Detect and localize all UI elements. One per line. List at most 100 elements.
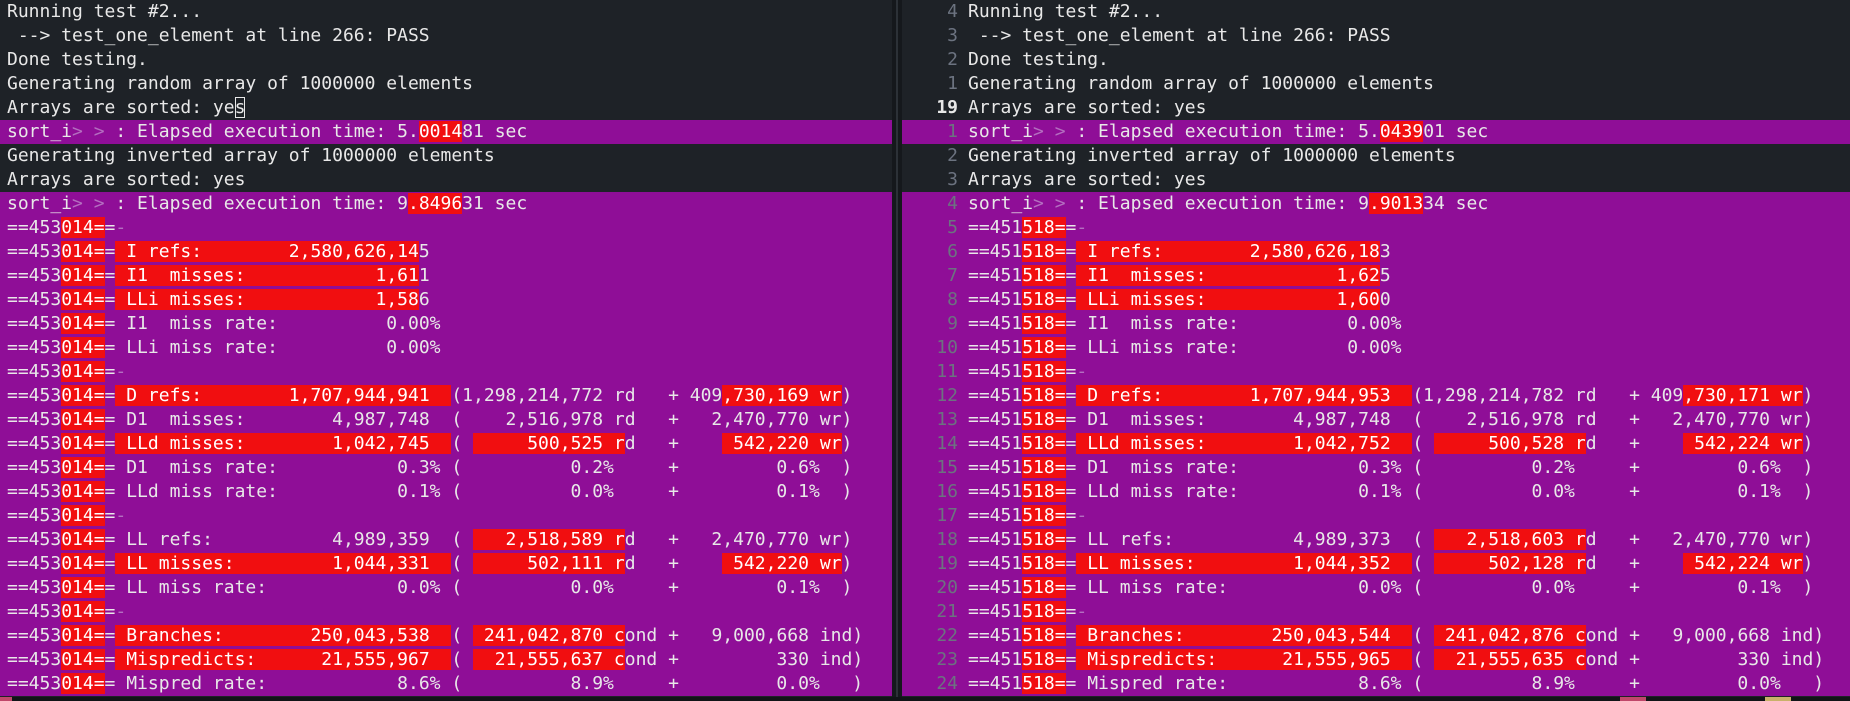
right-line[interactable]: 4 sort_i> > : Elapsed execution time: 9.9… — [902, 192, 1850, 216]
left-line[interactable]: ==453014==- — [0, 504, 892, 528]
right-line[interactable]: 21 ==451518==- — [902, 600, 1850, 624]
left-line[interactable]: ==453014==- — [0, 216, 892, 240]
left-line[interactable]: ==453014== LLd misses: 1,042,745 ( 500,5… — [0, 432, 892, 456]
left-line[interactable]: ==453014== LL miss rate: 0.0% ( 0.0% + 0… — [0, 576, 892, 600]
right-line[interactable]: 4 Running test #2... — [902, 0, 1850, 24]
line-number: 1 — [947, 73, 958, 94]
left-line[interactable]: ==453014== LLi misses: 1,586 — [0, 288, 892, 312]
right-line[interactable]: 17 ==451518==- — [902, 504, 1850, 528]
right-line[interactable]: 13 ==451518== D1 misses: 4,987,748 ( 2,51… — [902, 408, 1850, 432]
line-number: 17 — [936, 505, 958, 526]
line-text: ==453014==- — [7, 505, 127, 526]
line-text: ==453014== LLi miss rate: 0.00% — [7, 337, 441, 358]
left-line[interactable]: ==453014== D1 miss rate: 0.3% ( 0.2% + 0… — [0, 456, 892, 480]
right-diff-pane[interactable]: 4 Running test #2... 3 --> test_one_elemen… — [902, 0, 1850, 697]
left-line[interactable]: ==453014== I1 misses: 1,611 — [0, 264, 892, 288]
right-line[interactable]: 19 ==451518== LL misses: 1,044,352 ( 502,… — [902, 552, 1850, 576]
right-line[interactable]: 10 ==451518== LLi miss rate: 0.00% — [902, 336, 1850, 360]
right-line[interactable]: 1 Generating random array of 1000000 elem… — [902, 72, 1850, 96]
line-text: ==453014== LLd misses: 1,042,745 ( 500,5… — [7, 433, 853, 454]
line-number: 2 — [947, 49, 958, 70]
left-line[interactable]: ==453014== I1 miss rate: 0.00% — [0, 312, 892, 336]
left-line[interactable]: Done testing. — [0, 48, 892, 72]
left-line[interactable]: ==453014== I refs: 2,580,626,145 — [0, 240, 892, 264]
left-line[interactable]: ==453014== Branches: 250,043,538 ( 241,0… — [0, 624, 892, 648]
line-text: sort_i> > : Elapsed execution time: 5.04… — [968, 121, 1489, 142]
line-text: Done testing. — [968, 49, 1109, 70]
right-line[interactable]: 18 ==451518== LL refs: 4,989,373 ( 2,518,… — [902, 528, 1850, 552]
right-line[interactable]: 12 ==451518== D refs: 1,707,944,953 (1,29… — [902, 384, 1850, 408]
line-text: Generating random array of 1000000 eleme… — [968, 73, 1434, 94]
left-line[interactable]: ==453014==- — [0, 600, 892, 624]
left-line[interactable]: ==453014== Mispred rate: 8.6% ( 8.9% + 0… — [0, 672, 892, 696]
right-line[interactable]: 3 Arrays are sorted: yes — [902, 168, 1850, 192]
right-line[interactable]: 9 ==451518== I1 miss rate: 0.00% — [902, 312, 1850, 336]
right-line[interactable]: 8 ==451518== LLi misses: 1,600 — [902, 288, 1850, 312]
line-text: ==453014== LL misses: 1,044,331 ( 502,11… — [7, 553, 853, 574]
line-number: 23 — [936, 649, 958, 670]
left-line[interactable]: ==453014== LLd miss rate: 0.1% ( 0.0% + … — [0, 480, 892, 504]
line-number: 22 — [936, 625, 958, 646]
line-text: ==451518== I1 miss rate: 0.00% — [968, 313, 1402, 334]
right-line[interactable]: 2 Generating inverted array of 1000000 el… — [902, 144, 1850, 168]
left-line[interactable]: ==453014== LL misses: 1,044,331 ( 502,11… — [0, 552, 892, 576]
line-text: ==453014== D1 miss rate: 0.3% ( 0.2% + 0… — [7, 457, 853, 478]
line-text: ==451518== LLi misses: 1,600 — [968, 289, 1391, 310]
text-cursor: s — [234, 97, 246, 118]
right-line[interactable]: 20 ==451518== LL miss rate: 0.0% ( 0.0% +… — [902, 576, 1850, 600]
right-line[interactable]: 22 ==451518== Branches: 250,043,544 ( 241… — [902, 624, 1850, 648]
right-line[interactable]: 16 ==451518== LLd miss rate: 0.1% ( 0.0% … — [902, 480, 1850, 504]
left-line[interactable]: sort_i> > : Elapsed execution time: 9.84… — [0, 192, 892, 216]
right-line[interactable]: 23 ==451518== Mispredicts: 21,555,965 ( 2… — [902, 648, 1850, 672]
line-number: 7 — [947, 265, 958, 286]
right-line[interactable]: 15 ==451518== D1 miss rate: 0.3% ( 0.2% +… — [902, 456, 1850, 480]
line-text: ==453014== I refs: 2,580,626,145 — [7, 241, 430, 262]
line-text: ==451518== LLd miss rate: 0.1% ( 0.0% + … — [968, 481, 1814, 502]
line-text: ==451518== LLi miss rate: 0.00% — [968, 337, 1402, 358]
right-line[interactable]: 3 --> test_one_element at line 266: PASS — [902, 24, 1850, 48]
line-text: Done testing. — [7, 49, 148, 70]
right-line[interactable]: 6 ==451518== I refs: 2,580,626,183 — [902, 240, 1850, 264]
line-text: ==451518== Mispred rate: 8.6% ( 8.9% + 0… — [968, 673, 1825, 694]
left-line[interactable]: Generating inverted array of 1000000 ele… — [0, 144, 892, 168]
line-number: 9 — [947, 313, 958, 334]
line-number: 3 — [947, 25, 958, 46]
bottom-status-strip — [0, 697, 1850, 701]
vertical-split-divider[interactable] — [892, 0, 902, 701]
left-line[interactable]: ==453014== LLi miss rate: 0.00% — [0, 336, 892, 360]
right-line[interactable]: 19 Arrays are sorted: yes — [902, 96, 1850, 120]
left-line[interactable]: ==453014==- — [0, 360, 892, 384]
right-line[interactable]: 5 ==451518==- — [902, 216, 1850, 240]
right-line[interactable]: 2 Done testing. — [902, 48, 1850, 72]
line-text: Arrays are sorted: yes — [968, 97, 1207, 118]
line-number: 6 — [947, 241, 958, 262]
line-number: 19 — [936, 97, 958, 118]
line-text: ==451518== LL refs: 4,989,373 ( 2,518,60… — [968, 529, 1814, 550]
line-text: ==453014== I1 miss rate: 0.00% — [7, 313, 441, 334]
left-line[interactable]: Arrays are sorted: yes — [0, 168, 892, 192]
right-line[interactable]: 24 ==451518== Mispred rate: 8.6% ( 8.9% +… — [902, 672, 1850, 696]
left-line[interactable]: ==453014== D refs: 1,707,944,941 (1,298,… — [0, 384, 892, 408]
right-line[interactable]: 11 ==451518==- — [902, 360, 1850, 384]
left-line[interactable]: --> test_one_element at line 266: PASS — [0, 24, 892, 48]
line-text: ==451518== Mispredicts: 21,555,965 ( 21,… — [968, 649, 1825, 670]
left-line[interactable]: sort_i> > : Elapsed execution time: 5.00… — [0, 120, 892, 144]
right-line[interactable]: 1 sort_i> > : Elapsed execution time: 5.0… — [902, 120, 1850, 144]
right-line[interactable]: 7 ==451518== I1 misses: 1,625 — [902, 264, 1850, 288]
left-line[interactable]: Generating random array of 1000000 eleme… — [0, 72, 892, 96]
line-number: 18 — [936, 529, 958, 550]
left-line[interactable]: Running test #2... — [0, 0, 892, 24]
line-number: 2 — [947, 145, 958, 166]
left-diff-pane[interactable]: Running test #2... --> test_one_element … — [0, 0, 892, 697]
line-text: ==453014==- — [7, 601, 127, 622]
vimdiff-window: Running test #2... --> test_one_element … — [0, 0, 1850, 701]
left-line[interactable]: ==453014== LL refs: 4,989,359 ( 2,518,58… — [0, 528, 892, 552]
line-text: ==451518== D1 miss rate: 0.3% ( 0.2% + 0… — [968, 457, 1814, 478]
line-text: Running test #2... — [7, 1, 203, 22]
left-line[interactable]: ==453014== Mispredicts: 21,555,967 ( 21,… — [0, 648, 892, 672]
left-line[interactable]: Arrays are sorted: yes — [0, 96, 892, 120]
line-text: --> test_one_element at line 266: PASS — [7, 25, 430, 46]
line-text: ==451518== I refs: 2,580,626,183 — [968, 241, 1391, 262]
right-line[interactable]: 14 ==451518== LLd misses: 1,042,752 ( 500… — [902, 432, 1850, 456]
left-line[interactable]: ==453014== D1 misses: 4,987,748 ( 2,516,… — [0, 408, 892, 432]
